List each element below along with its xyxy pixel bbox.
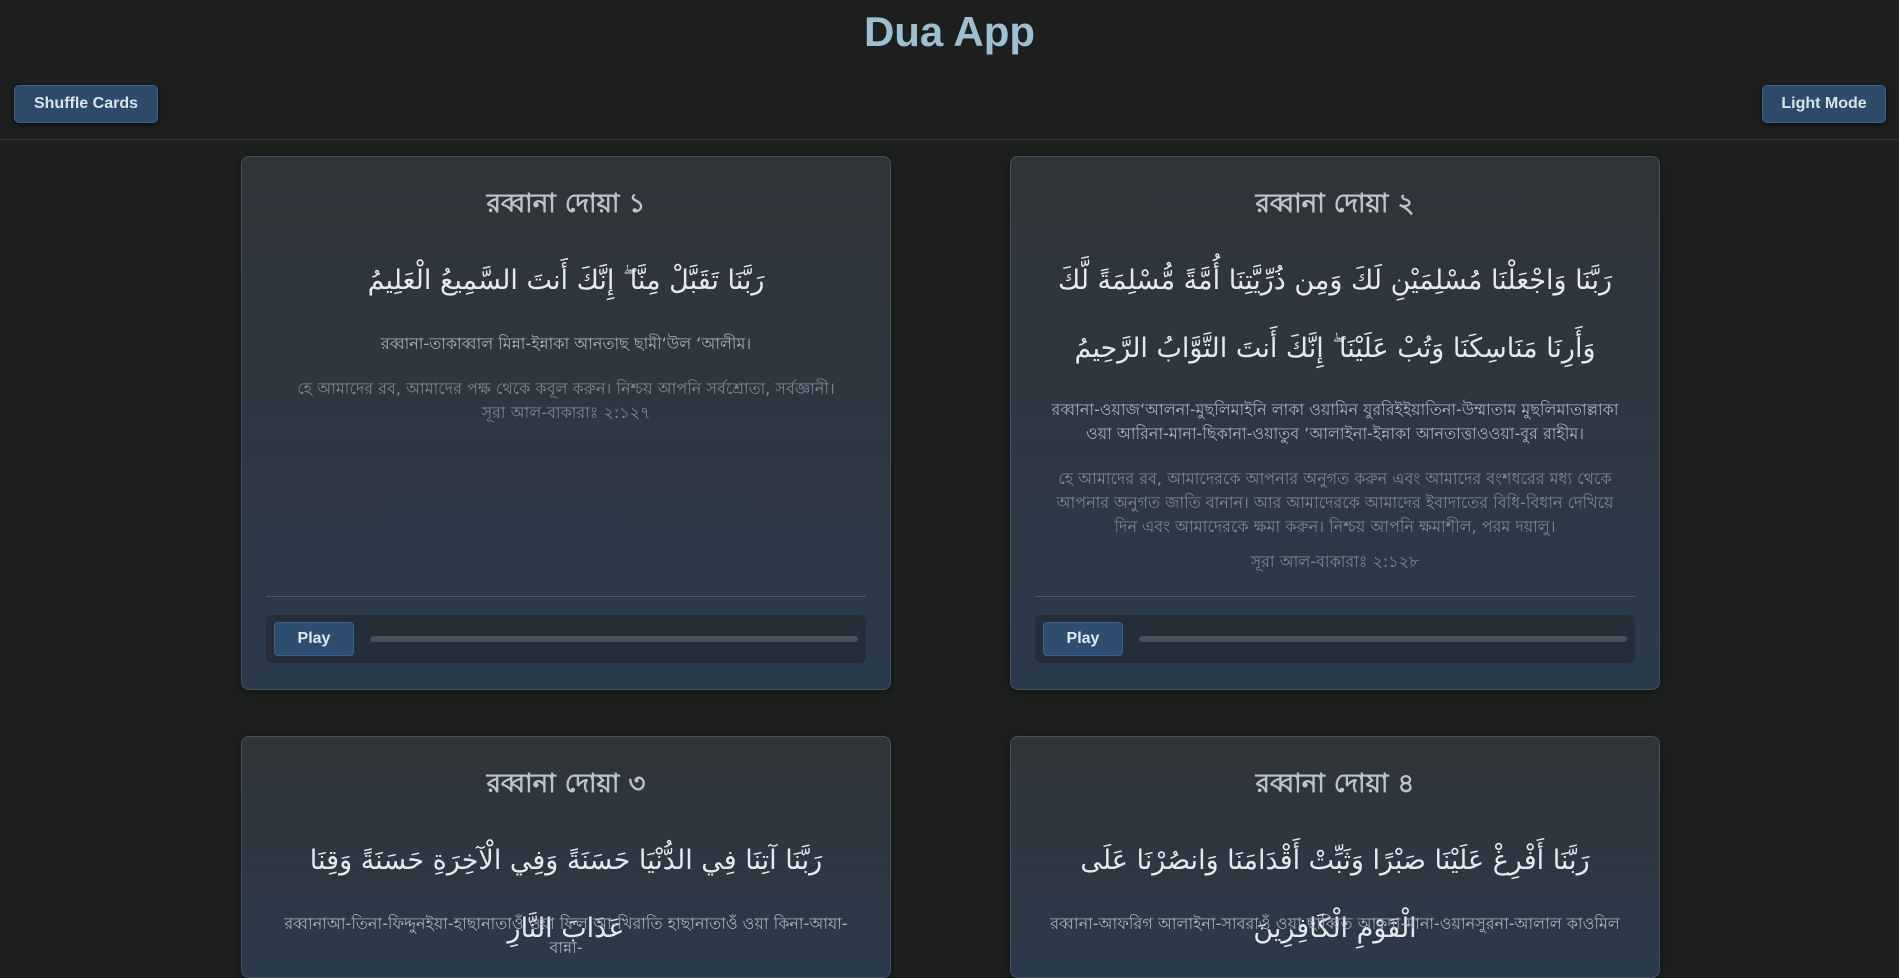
light-mode-toggle-button[interactable]: Light Mode <box>1762 85 1886 123</box>
transliteration-text: রব্বানা-ওয়াজ‘আলনা-মুছলিমাইনি লাকা ওয়াম… <box>1051 400 1619 443</box>
header-divider <box>0 139 1899 140</box>
audio-progress-bar[interactable] <box>370 636 858 642</box>
audio-player: Play <box>266 615 866 663</box>
play-button[interactable]: Play <box>274 622 354 656</box>
shuffle-cards-button[interactable]: Shuffle Cards <box>14 85 158 123</box>
dua-title: রব্বানা দোয়া ৪ <box>1255 769 1415 799</box>
dua-title: রব্বানা দোয়া ১ <box>486 189 646 219</box>
card-separator <box>266 596 866 597</box>
audio-progress-bar[interactable] <box>1139 636 1627 642</box>
surah-reference: সূরা আল-বাকারাঃ ২:১২৮ <box>1250 552 1420 571</box>
audio-player: Play <box>1035 615 1635 663</box>
dua-card-1: রব্বানা দোয়া ১ رَبَّنَا تَقَبَّلْ مِنَّ… <box>241 156 891 690</box>
dua-card-3: রব্বানা দোয়া ৩ رَبَّنَا آتِنَا فِي الدُ… <box>241 736 891 978</box>
arabic-text: رَبَّنَا وَاجْعَلْنَا مُسْلِمَيْنِ لَكَ … <box>1057 265 1613 364</box>
meaning-text: হে আমাদের রব, আমাদের পক্ষ থেকে কবূল করুন… <box>297 379 835 398</box>
dua-title: রব্বানা দোয়া ২ <box>1255 189 1415 219</box>
dua-card-2: রব্বানা দোয়া ২ رَبَّنَا وَاجْعَلْنَا مُ… <box>1010 156 1660 690</box>
transliteration-text: রব্বানা-আফরিগ আলাইনা-সাবরাওঁ ওয়া ছাব্বি… <box>1050 914 1620 933</box>
dua-card-4: রব্বানা দোয়া ৪ رَبَّنَا أَفْرِغْ عَلَيْ… <box>1010 736 1660 978</box>
meaning-text: হে আমাদের রব, আমাদেরকে আপনার অনুগত করুন … <box>1056 469 1614 536</box>
dua-title: রব্বানা দোয়া ৩ <box>486 769 646 799</box>
transliteration-text: রব্বানাআ-তিনা-ফিদ্দুনইয়া-হাছানাতাওঁ ওয়… <box>284 914 848 957</box>
app-title: Dua App <box>863 8 1036 55</box>
transliteration-text: রব্বানা-তাকাব্বাল মিন্না-ইন্নাকা আনতাছ ছ… <box>380 334 752 353</box>
arabic-text: رَبَّنَا أَفْرِغْ عَلَيْنَا صَبْرًا وَثَ… <box>1080 845 1590 944</box>
card-separator <box>1035 596 1635 597</box>
arabic-text: رَبَّنَا تَقَبَّلْ مِنَّا ۖ إِنَّكَ أَنت… <box>367 265 765 296</box>
surah-reference: সূরা আল-বাকারাঃ ২:১২৭ <box>481 403 651 422</box>
play-button[interactable]: Play <box>1043 622 1123 656</box>
